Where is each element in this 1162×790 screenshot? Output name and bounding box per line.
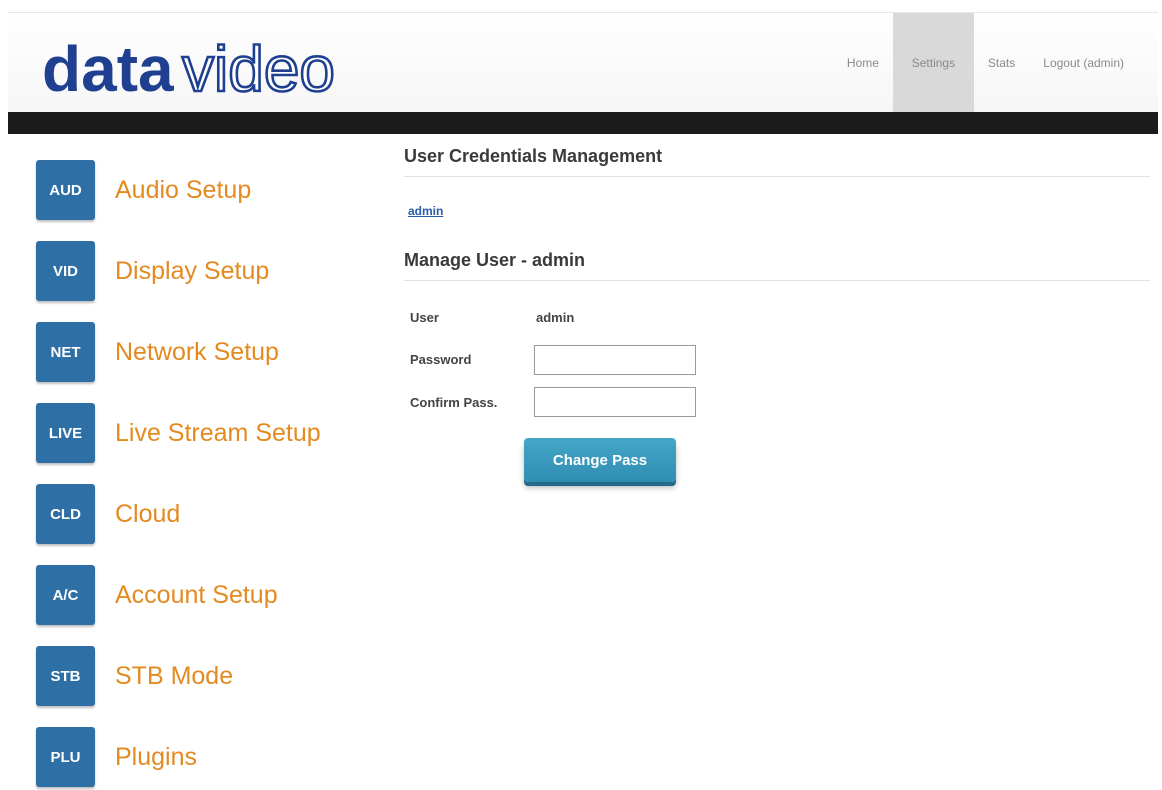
sidebar-item-label: Audio Setup <box>115 175 252 204</box>
sidebar-item-plugins[interactable]: PLU Plugins <box>36 727 197 787</box>
top-navigation: Home Settings Stats Logout (admin) <box>833 13 1138 113</box>
sidebar-item-network-setup[interactable]: NET Network Setup <box>36 322 279 382</box>
account-badge-icon: A/C <box>36 565 95 625</box>
password-field[interactable] <box>534 345 696 375</box>
user-link-admin[interactable]: admin <box>408 204 443 218</box>
sidebar-item-audio-setup[interactable]: AUD Audio Setup <box>36 160 251 220</box>
datavideo-logo: data video <box>42 35 382 105</box>
nav-home-label: Home <box>846 56 879 70</box>
video-badge-icon: VID <box>36 241 95 301</box>
sidebar-item-account-setup[interactable]: A/C Account Setup <box>36 565 278 625</box>
sidebar-item-label: Display Setup <box>115 256 270 285</box>
stb-badge-icon: STB <box>36 646 95 706</box>
sidebar-item-label: STB Mode <box>115 661 234 690</box>
sidebar-item-live-stream-setup[interactable]: LIVE Live Stream Setup <box>36 403 321 463</box>
nav-stats[interactable]: Stats <box>974 13 1029 113</box>
password-label: Password <box>410 352 472 367</box>
sidebar-item-label: Network Setup <box>115 337 279 366</box>
nav-logout[interactable]: Logout (admin) <box>1029 13 1138 113</box>
change-pass-button[interactable]: Change Pass <box>524 438 676 482</box>
confirm-password-label: Confirm Pass. <box>410 395 498 410</box>
nav-home[interactable]: Home <box>833 13 893 113</box>
plugins-badge-icon: PLU <box>36 727 95 787</box>
logo-outline-text: video <box>182 35 335 105</box>
header-divider-bar <box>8 112 1158 134</box>
user-label: User <box>410 310 439 325</box>
nav-settings[interactable]: Settings <box>892 13 974 113</box>
confirm-password-field[interactable] <box>534 387 696 417</box>
cloud-badge-icon: CLD <box>36 484 95 544</box>
nav-stats-label: Stats <box>987 56 1016 70</box>
nav-logout-label: Logout (admin) <box>1043 56 1124 70</box>
sidebar-item-label: Live Stream Setup <box>115 418 321 447</box>
audio-badge-icon: AUD <box>36 160 95 220</box>
sidebar-item-label: Plugins <box>115 742 197 771</box>
nav-settings-label: Settings <box>911 56 956 70</box>
sidebar-item-label: Cloud <box>115 499 181 528</box>
sidebar-item-cloud[interactable]: CLD Cloud <box>36 484 180 544</box>
logo-bold-text: data <box>42 35 174 105</box>
datavideo-logo-image: data video <box>42 35 336 105</box>
user-value: admin <box>536 310 575 325</box>
sidebar-item-display-setup[interactable]: VID Display Setup <box>36 241 269 301</box>
sidebar-item-label: Account Setup <box>115 580 278 609</box>
header: data video Home Settings Stats Logout (a… <box>8 12 1158 113</box>
manage-user-title: Manage User - admin <box>404 250 1150 281</box>
live-badge-icon: LIVE <box>36 403 95 463</box>
credentials-title: User Credentials Management <box>404 146 1150 177</box>
sidebar-item-stb-mode[interactable]: STB STB Mode <box>36 646 233 706</box>
network-badge-icon: NET <box>36 322 95 382</box>
